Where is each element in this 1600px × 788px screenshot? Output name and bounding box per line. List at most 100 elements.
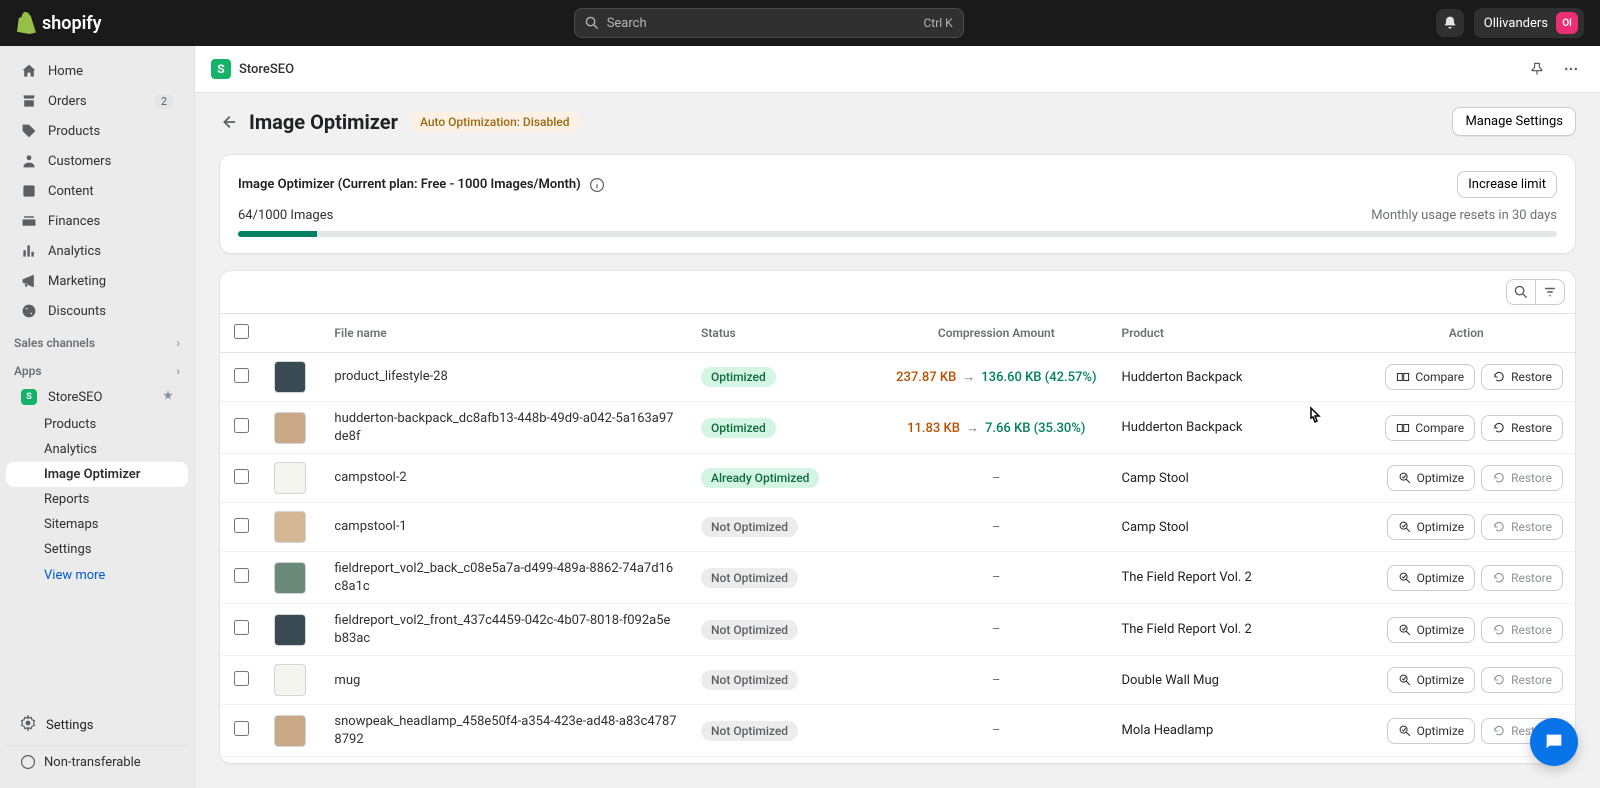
orders-badge: 2 [154, 94, 174, 109]
search-icon [585, 16, 599, 30]
info-icon [589, 177, 605, 193]
row-product: Mola Headlamp [1122, 723, 1214, 738]
table-row: fieldreport_vol2_back_c08e5a7a-d499-489a… [220, 552, 1575, 604]
row-compare-button[interactable]: Compare [1385, 364, 1475, 390]
sidebar-sub-settings[interactable]: Settings [6, 537, 188, 562]
sidebar-item-products[interactable]: Products [6, 116, 188, 146]
usage-count: 64/1000 Images [238, 208, 333, 223]
sidebar-item-customers[interactable]: Customers [6, 146, 188, 176]
pin-app-button[interactable] [1524, 56, 1550, 82]
row-restore-button[interactable]: Restore [1481, 415, 1563, 441]
sidebar-item-storeseo[interactable]: SStoreSEO [6, 382, 188, 412]
row-status-badge: Already Optimized [701, 468, 819, 488]
select-all-checkbox[interactable] [234, 324, 249, 339]
sidebar-item-orders[interactable]: Orders2 [6, 86, 188, 116]
row-status-badge: Not Optimized [701, 568, 798, 588]
more-actions-button[interactable] [1558, 56, 1584, 82]
pin-icon[interactable] [162, 389, 174, 405]
row-thumbnail [274, 664, 306, 696]
page-header: Image Optimizer Auto Optimization: Disab… [195, 93, 1600, 146]
sidebar-section-apps[interactable]: Apps› [0, 354, 194, 382]
row-checkbox[interactable] [234, 671, 249, 686]
filter-icon [1543, 285, 1557, 299]
sidebar-item-content[interactable]: Content [6, 176, 188, 206]
row-optimize-button[interactable]: Optimize [1387, 667, 1476, 693]
chevron-right-icon: › [176, 364, 180, 378]
row-restore-button: Restore [1481, 617, 1563, 643]
sidebar-item-discounts[interactable]: Discounts [6, 296, 188, 326]
sidebar-section-sales-channels[interactable]: Sales channels› [0, 326, 194, 354]
usage-card: Image Optimizer (Current plan: Free - 10… [219, 154, 1576, 254]
row-filename: fieldreport_vol2_back_c08e5a7a-d499-489a… [334, 560, 677, 595]
sidebar-item-finances[interactable]: Finances [6, 206, 188, 236]
search-shortcut: Ctrl K [923, 16, 952, 30]
row-status-badge: Not Optimized [701, 620, 798, 640]
table-row: Julie2_SiteSquare_24dea6ec-2332-48a5-9c8… [220, 757, 1575, 764]
arrow-right-icon: → [966, 421, 979, 436]
sidebar-view-more[interactable]: View more [6, 562, 188, 589]
back-button[interactable] [219, 113, 237, 131]
customers-icon [20, 152, 38, 170]
bell-icon [1442, 15, 1458, 31]
table-row: campstool-1Not Optimized–Camp StoolOptim… [220, 503, 1575, 552]
gear-icon [20, 715, 36, 735]
row-status-badge: Not Optimized [701, 517, 798, 537]
more-icon [1563, 61, 1579, 77]
table-row: product_lifestyle-28Optimized237.87 KB→1… [220, 353, 1575, 402]
app-header-title: StoreSEO [239, 62, 294, 77]
row-optimize-button[interactable]: Optimize [1387, 718, 1476, 744]
compression-from: 11.83 KB [907, 421, 960, 436]
row-checkbox[interactable] [234, 568, 249, 583]
manage-settings-button[interactable]: Manage Settings [1452, 107, 1576, 136]
plan-info-label: Image Optimizer (Current plan: Free - 10… [238, 177, 581, 192]
row-restore-button: Restore [1481, 667, 1563, 693]
row-restore-button: Restore [1481, 465, 1563, 491]
table-row: mugNot Optimized–Double Wall MugOptimize… [220, 656, 1575, 705]
sidebar-sub-products[interactable]: Products [6, 412, 188, 437]
compression-dash: – [992, 520, 1001, 535]
user-menu[interactable]: Ollivanders Ol [1474, 8, 1584, 38]
row-checkbox[interactable] [234, 368, 249, 383]
sidebar-item-home[interactable]: Home [6, 56, 188, 86]
topbar: shopify Search Ctrl K Ollivanders Ol [0, 0, 1600, 46]
images-table: File name Status Compression Amount Prod… [219, 270, 1576, 764]
row-checkbox[interactable] [234, 721, 249, 736]
sidebar-sub-reports[interactable]: Reports [6, 487, 188, 512]
row-filename: mug [334, 672, 677, 690]
sidebar-item-settings[interactable]: Settings [6, 709, 188, 741]
row-thumbnail [274, 511, 306, 543]
sidebar-sub-analytics[interactable]: Analytics [6, 437, 188, 462]
compression-to: 7.66 KB (35.30%) [985, 421, 1085, 436]
sidebar-sub-image-optimizer[interactable]: Image Optimizer [6, 462, 188, 487]
table-filter-button[interactable] [1536, 280, 1564, 304]
row-thumbnail [274, 614, 306, 646]
table-row: hudderton-backpack_dc8afb13-448b-49d9-a0… [220, 402, 1575, 454]
row-thumbnail [274, 361, 306, 393]
increase-limit-button[interactable]: Increase limit [1457, 171, 1557, 198]
row-compare-button[interactable]: Compare [1385, 415, 1475, 441]
arrow-left-icon [219, 113, 237, 131]
sidebar-item-analytics[interactable]: Analytics [6, 236, 188, 266]
row-filename: fieldreport_vol2_front_437c4459-042c-4b0… [334, 612, 677, 647]
row-optimize-button[interactable]: Optimize [1387, 514, 1476, 540]
row-filename: campstool-2 [334, 469, 677, 487]
plan-info-tooltip[interactable] [589, 177, 605, 193]
row-status-badge: Not Optimized [701, 670, 798, 690]
chat-widget-button[interactable] [1530, 718, 1578, 766]
sidebar-item-marketing[interactable]: Marketing [6, 266, 188, 296]
row-checkbox[interactable] [234, 620, 249, 635]
table-search-button[interactable] [1507, 280, 1536, 304]
row-optimize-button[interactable]: Optimize [1387, 565, 1476, 591]
notifications-button[interactable] [1436, 9, 1464, 37]
shopify-logo[interactable]: shopify [16, 12, 102, 34]
row-optimize-button[interactable]: Optimize [1387, 465, 1476, 491]
global-search[interactable]: Search Ctrl K [574, 8, 964, 38]
row-checkbox[interactable] [234, 518, 249, 533]
row-restore-button[interactable]: Restore [1481, 364, 1563, 390]
row-checkbox[interactable] [234, 418, 249, 433]
compression-from: 237.87 KB [896, 370, 956, 385]
row-optimize-button[interactable]: Optimize [1387, 617, 1476, 643]
sidebar-sub-sitemaps[interactable]: Sitemaps [6, 512, 188, 537]
row-checkbox[interactable] [234, 469, 249, 484]
row-product: Camp Stool [1122, 471, 1189, 486]
